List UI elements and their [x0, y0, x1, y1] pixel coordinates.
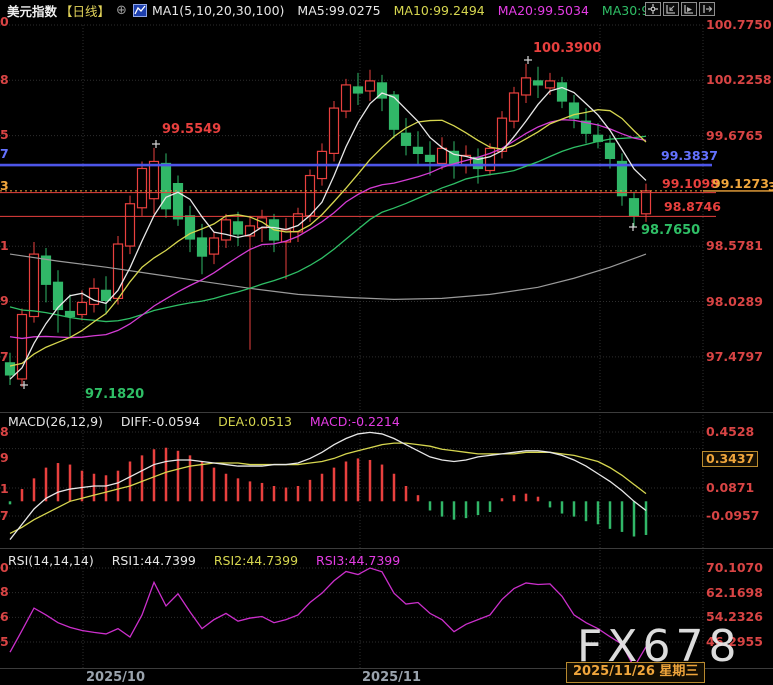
left-clipped-digit: 5 — [0, 635, 9, 649]
y-axis-tick: 98.5781 — [706, 239, 763, 253]
macd-name: MACD(26,12,9) — [8, 414, 103, 429]
left-clipped-digit: 7 — [0, 509, 9, 523]
instrument-title: 美元指数 — [7, 1, 57, 20]
left-clipped-digit: 3 — [0, 179, 9, 193]
scroll-pane-icon[interactable] — [681, 2, 697, 16]
ma5-value: MA5:99.0275 — [297, 3, 380, 18]
macd-axis-tick: -0.0957 — [706, 509, 759, 523]
rsi-name: RSI(14,14,14) — [8, 553, 94, 568]
shift-pane-icon[interactable] — [699, 2, 715, 16]
watermark: FX678 — [577, 621, 741, 672]
left-clipped-digit: 8 — [0, 585, 9, 599]
macd-axis-tick: 0.4528 — [706, 425, 754, 439]
right-edge-clipped-digit: 3 — [768, 179, 773, 194]
left-clipped-digit: 1 — [0, 482, 9, 496]
indicator-settings-icon[interactable]: ⊕ — [116, 3, 127, 18]
left-clipped-digit: 0 — [0, 15, 9, 29]
kline-chart-app: 美元指数 【日线】 ⊕ MA1(5,10,20,30,100) MA5:99.0… — [0, 0, 773, 685]
rsi-header: RSI(14,14,14) RSI1:44.7399 RSI2:44.7399 … — [8, 553, 414, 568]
left-clipped-digit: 0 — [0, 561, 9, 575]
ma20-value: MA20:99.5034 — [498, 3, 589, 18]
ma-group-label: MA1(5,10,20,30,100) — [152, 3, 284, 18]
left-clipped-digit: 8 — [0, 73, 9, 87]
left-clipped-digit: 6 — [0, 610, 9, 624]
rsi1-value: RSI1:44.7399 — [112, 553, 196, 568]
blue-level-label: 99.3837 — [661, 149, 718, 163]
left-clipped-digit: 8 — [0, 425, 9, 439]
y-axis-tick: 97.4797 — [706, 350, 763, 364]
period-label: 【日线】 — [60, 1, 110, 20]
mini-chart-icon — [133, 4, 147, 17]
x-axis-label-nov: 2025/11 — [362, 670, 421, 685]
macd-header: MACD(26,12,9) DIFF:-0.0594 DEA:0.0513 MA… — [8, 414, 414, 429]
price-annotation: 100.3900 — [533, 42, 601, 56]
current-price-label: 99.1273 — [712, 177, 769, 191]
chart-header: 美元指数 【日线】 ⊕ MA1(5,10,20,30,100) MA5:99.0… — [7, 2, 674, 19]
macd-diff-value: DIFF:-0.0594 — [121, 414, 200, 429]
left-clipped-digit: 5 — [0, 128, 9, 142]
macd-axis-tick: 0.3437 — [702, 451, 758, 467]
left-clipped-digit: 7 — [0, 350, 9, 364]
price-annotation: 98.7650 — [641, 224, 700, 238]
rsi3-value: RSI3:44.7399 — [316, 553, 400, 568]
shrink-pane-icon[interactable] — [663, 2, 679, 16]
left-clipped-digit: 7 — [0, 147, 9, 161]
price-annotation: 99.5549 — [162, 123, 221, 137]
y-axis-tick: 98.0289 — [706, 295, 763, 309]
y-axis-tick: 100.2258 — [706, 73, 772, 87]
red-level-lower-label: 98.8746 — [664, 200, 721, 214]
rsi-axis-tick: 70.1070 — [706, 561, 763, 575]
chart-toolbar — [645, 2, 715, 16]
ma10-value: MA10:99.2494 — [394, 3, 485, 18]
y-axis-tick: 100.7750 — [706, 18, 772, 32]
left-clipped-digit: 9 — [0, 451, 9, 465]
rsi2-value: RSI2:44.7399 — [214, 553, 298, 568]
macd-dea-value: DEA:0.0513 — [218, 414, 292, 429]
y-axis-tick: 99.6765 — [706, 129, 763, 143]
left-clipped-digit: 9 — [0, 294, 9, 308]
chart-canvas[interactable] — [0, 0, 773, 685]
macd-axis-tick: 0.0871 — [706, 481, 754, 495]
macd-macd-value: MACD:-0.2214 — [310, 414, 400, 429]
left-clipped-digit: 1 — [0, 239, 9, 253]
rsi-axis-tick: 62.1698 — [706, 586, 763, 600]
red-level-upper-label: 99.1098 — [662, 177, 719, 191]
x-axis-label-oct: 2025/10 — [86, 670, 145, 685]
crosshair-icon[interactable] — [645, 2, 661, 16]
price-annotation: 97.1820 — [85, 388, 144, 402]
